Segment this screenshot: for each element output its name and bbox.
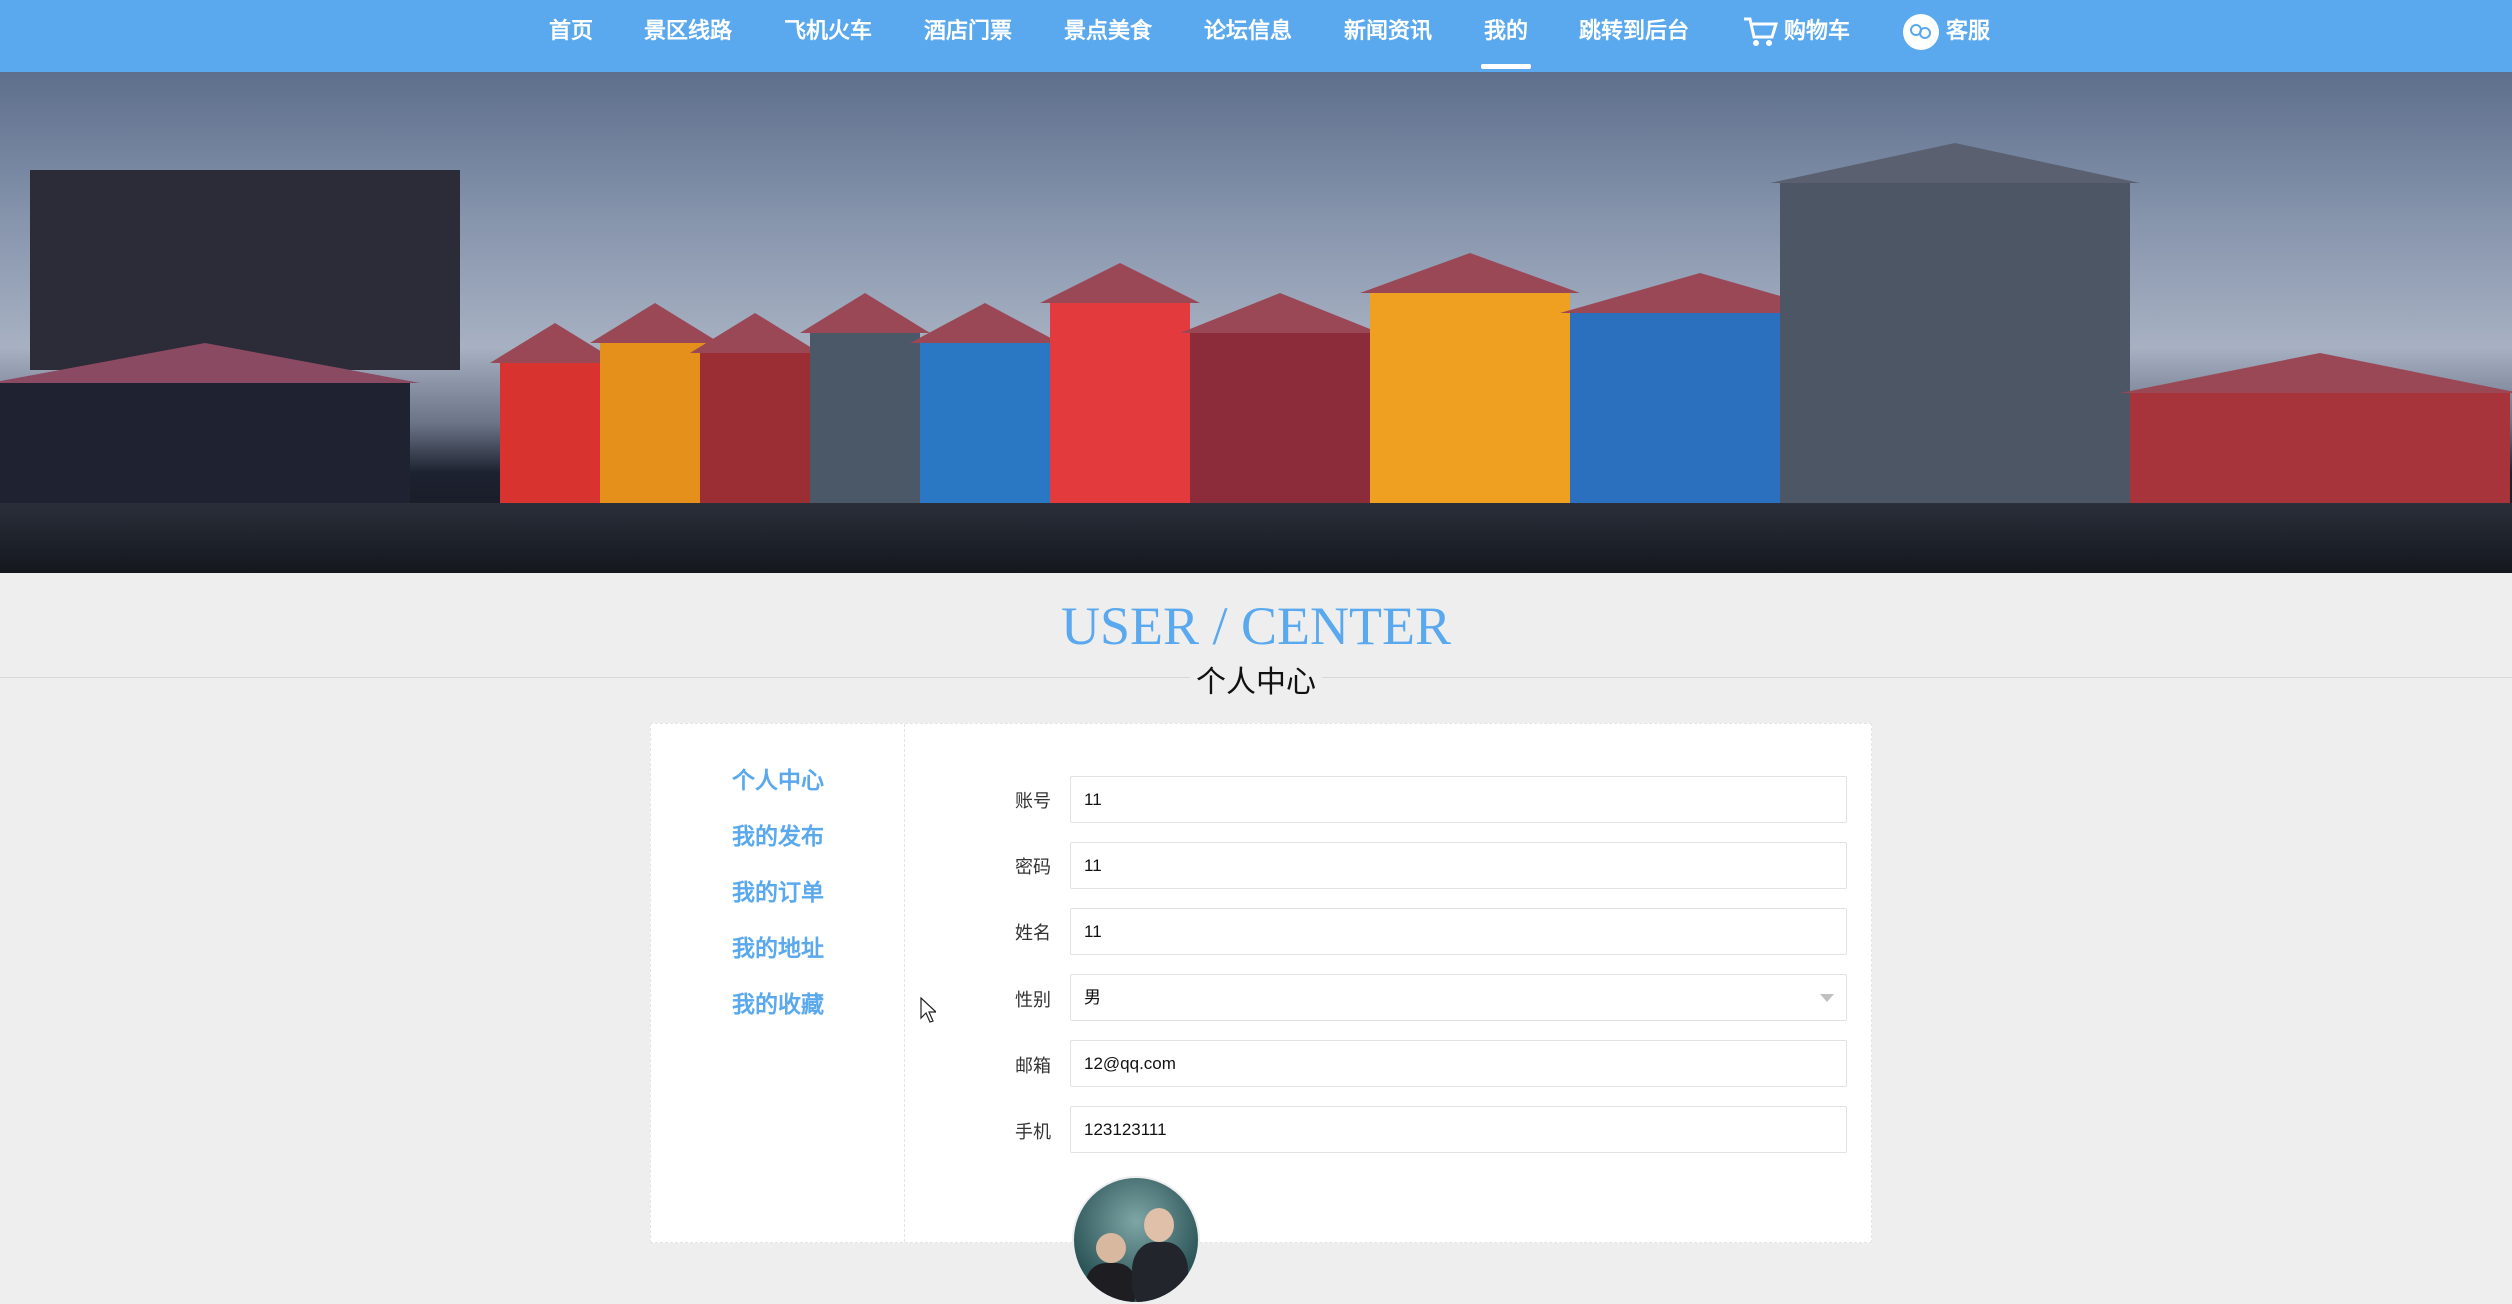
sidebar-item-my-posts[interactable]: 我的发布 [732, 817, 824, 851]
name-label: 姓名 [1015, 923, 1051, 944]
nav-home[interactable]: 首页 [549, 0, 593, 72]
customer-service-icon [1903, 14, 1939, 50]
sidebar-item-my-favorites[interactable]: 我的收藏 [732, 985, 824, 1019]
page-title: 个人中心 [1190, 657, 1322, 701]
sidebar: 个人中心 我的发布 我的订单 我的地址 我的收藏 [651, 724, 905, 1242]
nav-hotel-tickets[interactable]: 酒店门票 [924, 0, 1012, 72]
gender-label: 性别 [1015, 990, 1051, 1011]
gender-select[interactable]: 男 [1070, 974, 1847, 1021]
name-field[interactable]: 11 [1070, 908, 1847, 955]
banner-image [0, 72, 2512, 573]
account-field[interactable]: 11 [1070, 776, 1847, 823]
user-center-panel: 个人中心 我的发布 我的订单 我的地址 我的收藏 账号 11 密码 11 姓名 … [650, 723, 1872, 1304]
nav-news[interactable]: 新闻资讯 [1344, 0, 1432, 72]
sidebar-item-my-orders[interactable]: 我的订单 [732, 873, 824, 907]
nav-admin[interactable]: 跳转到后台 [1579, 0, 1689, 72]
password-label: 密码 [1015, 857, 1051, 878]
account-label: 账号 [1015, 791, 1051, 812]
nav-customer-service-label: 客服 [1946, 19, 1991, 44]
avatar[interactable] [1072, 1176, 1200, 1304]
phone-label: 手机 [1015, 1122, 1051, 1143]
nav-food[interactable]: 景点美食 [1064, 0, 1152, 72]
nav-forum[interactable]: 论坛信息 [1204, 0, 1292, 72]
nav-customer-service[interactable]: 客服 [1902, 0, 1990, 72]
phone-field[interactable]: 123123111 [1070, 1106, 1847, 1153]
nav-cart-label: 购物车 [1784, 19, 1851, 44]
nav-scenic-routes[interactable]: 景区线路 [644, 0, 732, 72]
gender-value: 男 [1084, 988, 1101, 1007]
password-field[interactable]: 11 [1070, 842, 1847, 889]
nav-mine[interactable]: 我的 [1480, 0, 1532, 72]
page-title-en: USER / CENTER [1060, 596, 1452, 656]
email-label: 邮箱 [1015, 1056, 1051, 1077]
sidebar-item-profile[interactable]: 个人中心 [732, 761, 824, 795]
email-field[interactable]: 12@qq.com [1070, 1040, 1847, 1087]
chevron-down-icon [1820, 994, 1834, 1002]
mouse-cursor-icon [920, 997, 936, 1023]
nav-cart[interactable]: 购物车 [1742, 0, 1850, 72]
apartment-building [30, 170, 460, 370]
sidebar-item-my-address[interactable]: 我的地址 [732, 929, 824, 963]
cart-icon [1744, 17, 1778, 46]
top-nav: 首页 景区线路 飞机火车 酒店门票 景点美食 论坛信息 新闻资讯 我的 跳转到后… [0, 0, 2512, 72]
nav-flights-trains[interactable]: 飞机火车 [784, 0, 872, 72]
